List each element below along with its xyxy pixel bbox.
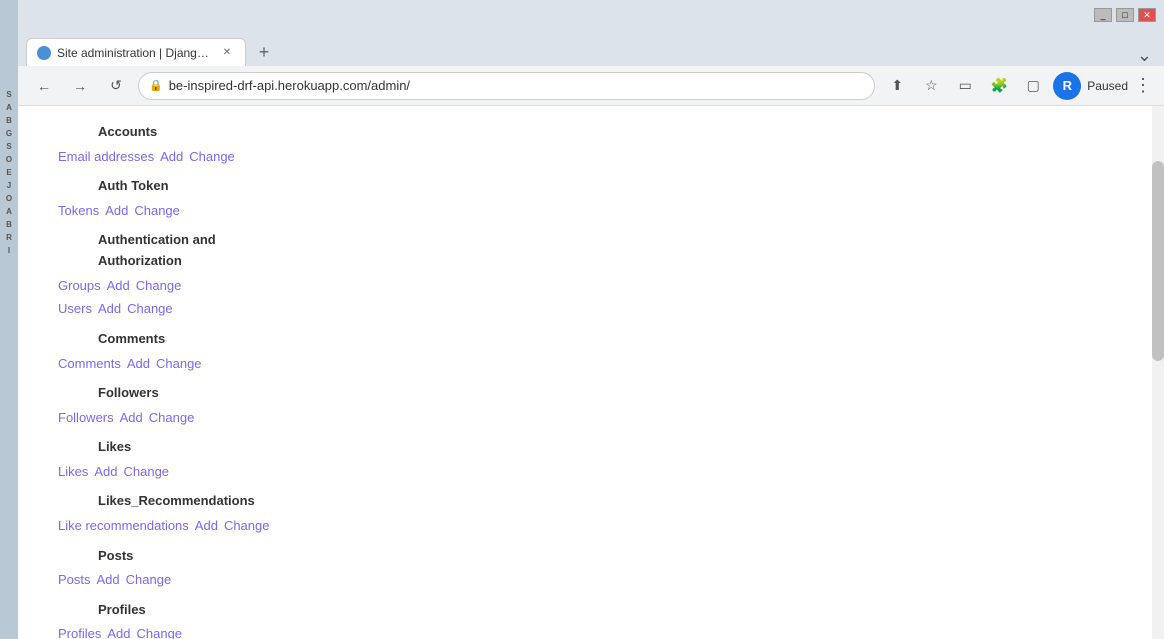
browser-window: S A B G S O E J O A B R I _ □ ✕ Sit xyxy=(0,0,1164,639)
title-bar: S A B G S O E J O A B R I _ □ ✕ xyxy=(0,0,1164,32)
new-tab-button[interactable]: + xyxy=(250,38,278,66)
profiles-link[interactable]: Profiles xyxy=(58,622,101,639)
users-change-link[interactable]: Change xyxy=(127,297,173,320)
likes-change-link[interactable]: Change xyxy=(124,460,170,483)
minimize-button[interactable]: _ xyxy=(1094,8,1112,22)
list-item: Likes Add Change xyxy=(38,460,1144,483)
section-header-profiles: Profiles xyxy=(38,600,1144,621)
posts-add-link[interactable]: Add xyxy=(97,568,120,591)
list-item: Profiles Add Change xyxy=(38,622,1144,639)
comments-add-link[interactable]: Add xyxy=(127,352,150,375)
back-button[interactable]: ← xyxy=(30,72,58,100)
section-header-accounts: Accounts xyxy=(38,122,1144,143)
close-button[interactable]: ✕ xyxy=(1138,8,1156,22)
posts-link[interactable]: Posts xyxy=(58,568,91,591)
list-item: Comments Add Change xyxy=(38,352,1144,375)
forward-button[interactable]: → xyxy=(66,72,94,100)
profiles-add-link[interactable]: Add xyxy=(107,622,130,639)
bookmark-icon[interactable]: ☆ xyxy=(917,72,945,100)
tab-favicon xyxy=(37,46,51,60)
scrollbar-track[interactable] xyxy=(1152,106,1164,639)
address-bar[interactable]: 🔒 be-inspired-drf-api.herokuapp.com/admi… xyxy=(138,72,875,100)
list-item: Followers Add Change xyxy=(38,406,1144,429)
list-item: Posts Add Change xyxy=(38,568,1144,591)
cast-icon[interactable]: ▭ xyxy=(951,72,979,100)
list-item: Tokens Add Change xyxy=(38,199,1144,222)
share-icon[interactable]: ⬆ xyxy=(883,72,911,100)
email-addresses-link[interactable]: Email addresses xyxy=(58,145,154,168)
list-item: Groups Add Change xyxy=(38,274,1144,297)
comments-link[interactable]: Comments xyxy=(58,352,121,375)
users-add-link[interactable]: Add xyxy=(98,297,121,320)
like-recommendations-add-link[interactable]: Add xyxy=(195,514,218,537)
maximize-button[interactable]: □ xyxy=(1116,8,1134,22)
url-text: be-inspired-drf-api.herokuapp.com/admin/ xyxy=(169,78,865,93)
section-header-auth: Authentication and Authorization xyxy=(38,230,1144,272)
section-header-posts: Posts xyxy=(38,546,1144,567)
paused-button[interactable]: Paused xyxy=(1087,74,1128,98)
list-item: Email addresses Add Change xyxy=(38,145,1144,168)
active-tab[interactable]: Site administration | Django site ✕ xyxy=(26,38,246,66)
followers-link[interactable]: Followers xyxy=(58,406,114,429)
page-content: Accounts Email addresses Add Change Auth… xyxy=(18,106,1164,639)
profiles-change-link[interactable]: Change xyxy=(137,622,183,639)
comments-change-link[interactable]: Change xyxy=(156,352,202,375)
tab-close-button[interactable]: ✕ xyxy=(219,45,235,61)
security-lock-icon: 🔒 xyxy=(149,79,163,92)
section-header-likes-recommendations: Likes_Recommendations xyxy=(38,491,1144,512)
groups-add-link[interactable]: Add xyxy=(107,274,130,297)
tab-title: Site administration | Django site xyxy=(57,46,213,60)
like-recommendations-link[interactable]: Like recommendations xyxy=(58,514,189,537)
tab-expand-button[interactable]: ⌄ xyxy=(1137,45,1152,66)
posts-change-link[interactable]: Change xyxy=(126,568,172,591)
list-item: Users Add Change xyxy=(38,297,1144,320)
admin-content: Accounts Email addresses Add Change Auth… xyxy=(18,106,1164,639)
navigation-bar: ← → ↺ 🔒 be-inspired-drf-api.herokuapp.co… xyxy=(18,66,1164,106)
tokens-change-link[interactable]: Change xyxy=(134,199,180,222)
browser-menu-button[interactable]: ⋮ xyxy=(1134,75,1152,96)
like-recommendations-change-link[interactable]: Change xyxy=(224,514,270,537)
followers-change-link[interactable]: Change xyxy=(149,406,195,429)
tokens-link[interactable]: Tokens xyxy=(58,199,99,222)
email-addresses-add-link[interactable]: Add xyxy=(160,145,183,168)
groups-link[interactable]: Groups xyxy=(58,274,101,297)
list-item: Like recommendations Add Change xyxy=(38,514,1144,537)
users-link[interactable]: Users xyxy=(58,297,92,320)
likes-link[interactable]: Likes xyxy=(58,460,88,483)
tabs-bar: Site administration | Django site ✕ + ⌄ xyxy=(18,32,1164,66)
scrollbar-thumb[interactable] xyxy=(1152,161,1164,361)
browser-action-icons: ⬆ ☆ ▭ 🧩 ▢ R Paused ⋮ xyxy=(883,72,1152,100)
left-edge: S A B G S O E J O A B R I xyxy=(0,0,18,639)
tokens-add-link[interactable]: Add xyxy=(105,199,128,222)
section-header-comments: Comments xyxy=(38,329,1144,350)
refresh-button[interactable]: ↺ xyxy=(102,72,130,100)
followers-add-link[interactable]: Add xyxy=(120,406,143,429)
groups-change-link[interactable]: Change xyxy=(136,274,182,297)
email-addresses-change-link[interactable]: Change xyxy=(189,145,235,168)
sidebar-icon[interactable]: ▢ xyxy=(1019,72,1047,100)
section-header-auth-token: Auth Token xyxy=(38,176,1144,197)
section-header-likes: Likes xyxy=(38,437,1144,458)
section-header-followers: Followers xyxy=(38,383,1144,404)
extensions-icon[interactable]: 🧩 xyxy=(985,72,1013,100)
profile-avatar[interactable]: R xyxy=(1053,72,1081,100)
likes-add-link[interactable]: Add xyxy=(94,460,117,483)
